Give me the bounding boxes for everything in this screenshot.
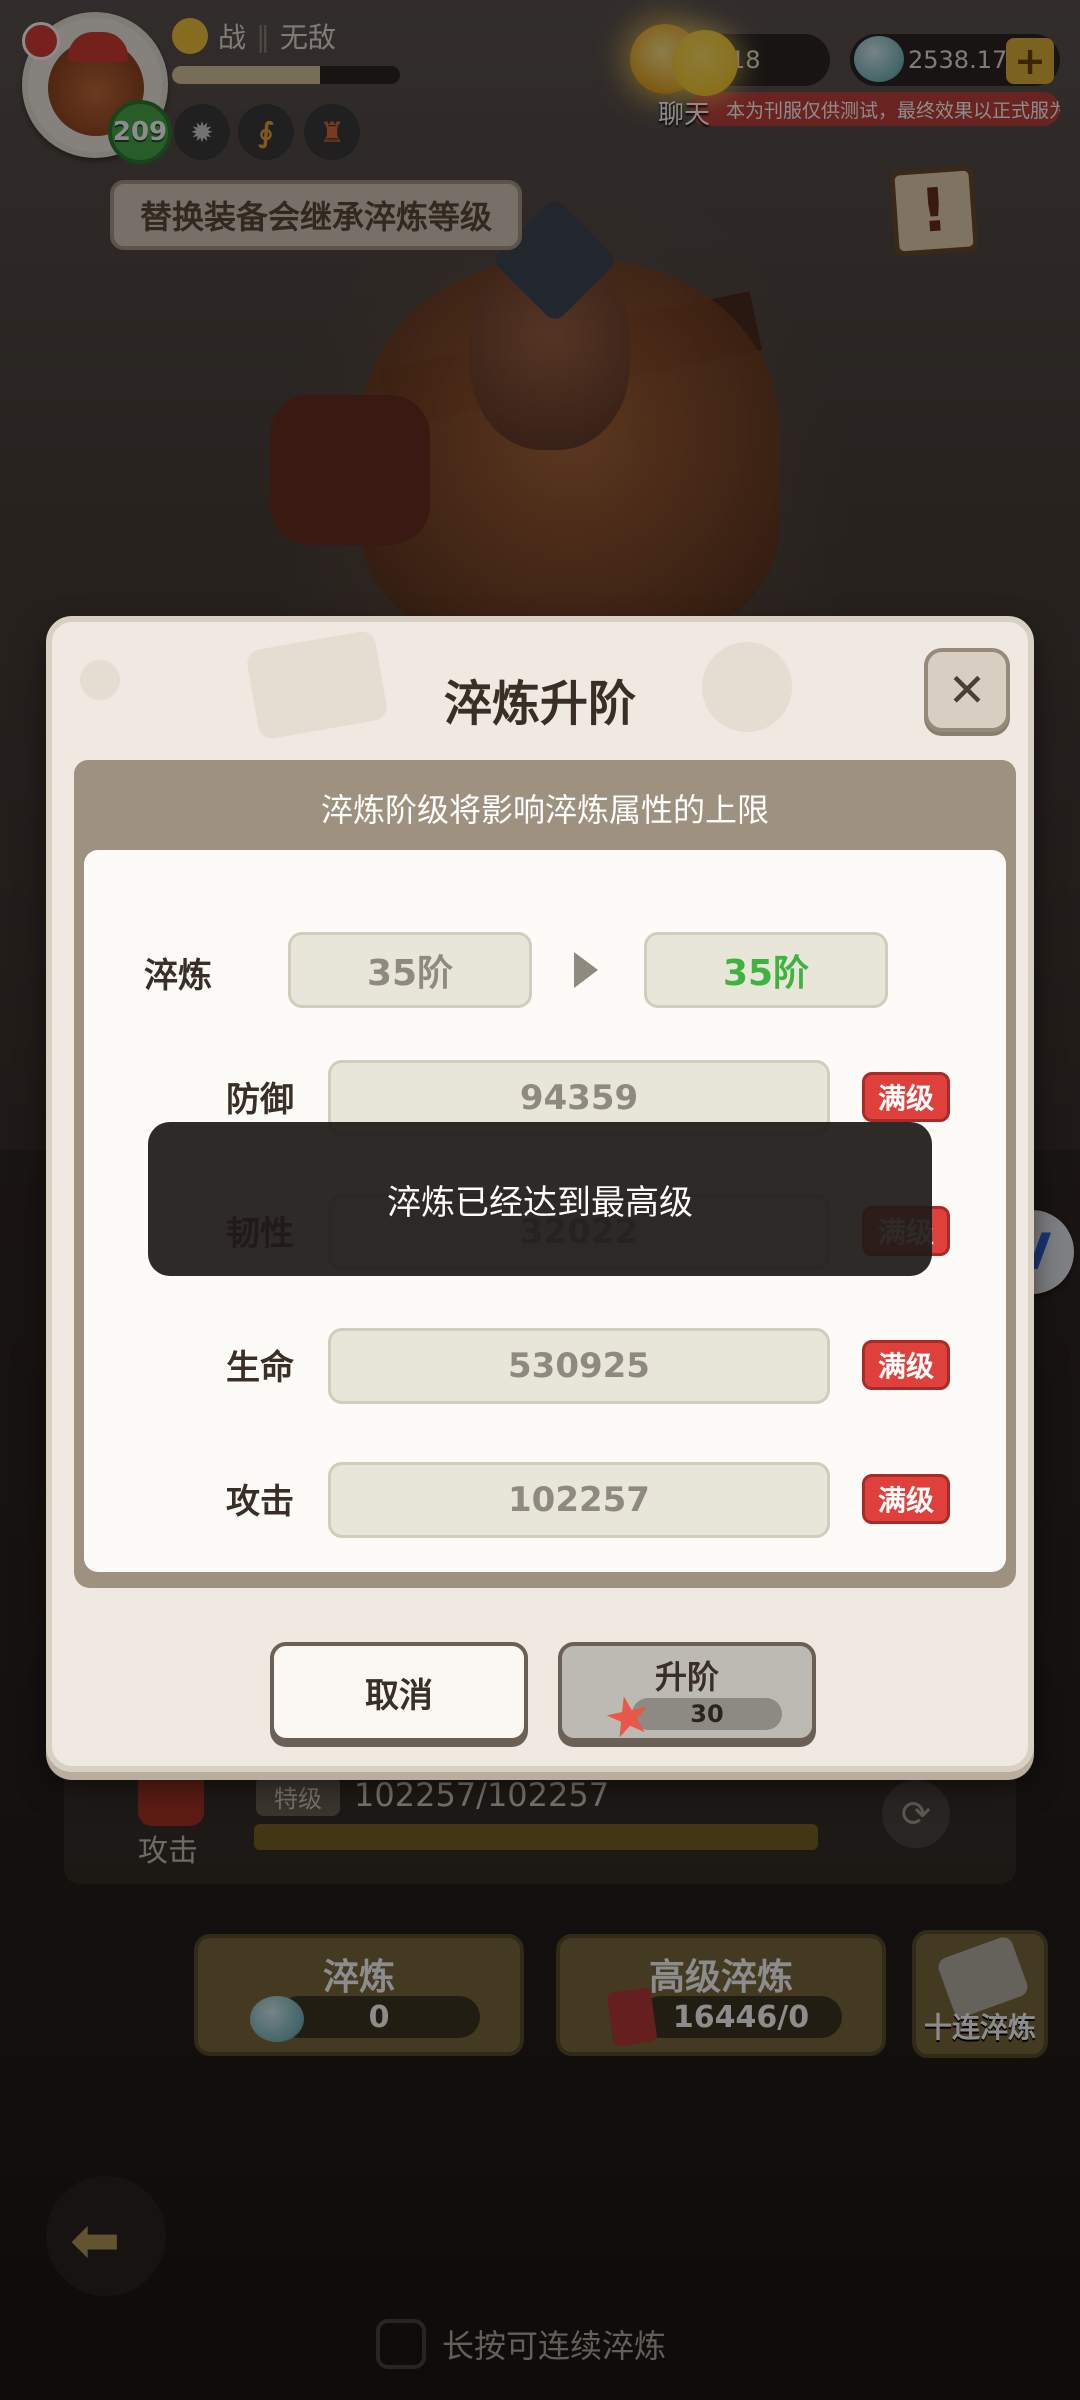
max-badge-defense: 满级	[862, 1072, 950, 1122]
stage-label: 淬炼	[144, 956, 212, 996]
close-icon: ✕	[947, 663, 987, 717]
stat-value-attack: 102257	[328, 1462, 830, 1538]
stat-label-defense: 防御	[226, 1080, 294, 1120]
stage-next: 35阶	[644, 932, 888, 1008]
max-badge-hp: 满级	[862, 1340, 950, 1390]
max-level-toast: 淬炼已经达到最高级	[148, 1122, 932, 1276]
upgrade-button[interactable]: 升阶 30 ★	[558, 1642, 816, 1752]
dialog-title: 淬炼升阶	[443, 676, 636, 732]
stat-label-hp: 生命	[226, 1348, 294, 1388]
cancel-button[interactable]: 取消	[270, 1642, 528, 1742]
stage-arrow-icon	[574, 952, 598, 988]
stat-label-attack: 攻击	[226, 1482, 294, 1522]
stage-current: 35阶	[288, 932, 532, 1008]
max-badge-attack: 满级	[862, 1474, 950, 1524]
close-button[interactable]: ✕	[924, 648, 1010, 732]
stat-value-hp: 530925	[328, 1328, 830, 1404]
